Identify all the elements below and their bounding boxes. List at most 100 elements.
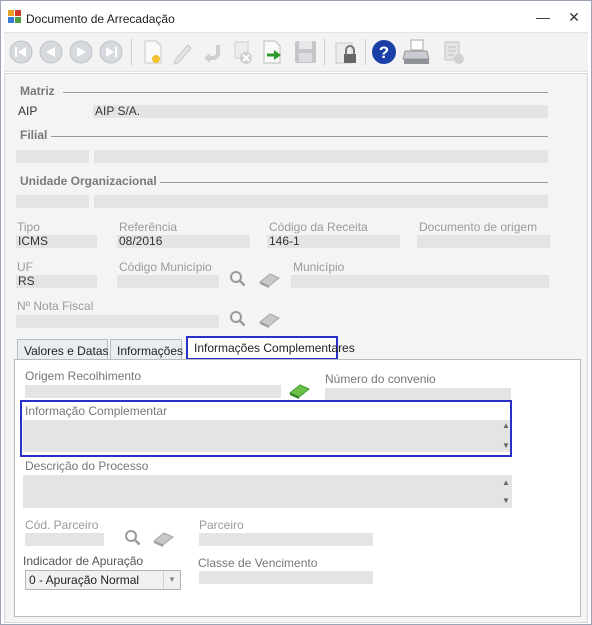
report-button[interactable]: [440, 37, 468, 67]
uf-label: UF: [17, 260, 33, 274]
codigo-receita-label: Código da Receita: [269, 220, 368, 234]
print-icon: [402, 39, 430, 64]
origem-recolhimento-label: Origem Recolhimento: [25, 369, 142, 383]
informacoes-complementares-panel: Origem Recolhimento Número do convenio I…: [14, 359, 581, 617]
tab-valores-datas[interactable]: Valores e Datas: [17, 339, 109, 361]
classe-vencimento-field[interactable]: [199, 571, 373, 584]
parceiro-clear-button[interactable]: [151, 528, 175, 548]
minimize-button[interactable]: —: [531, 7, 555, 27]
origem-recolhimento-clear-button[interactable]: [287, 380, 311, 400]
app-icon: [8, 10, 21, 23]
codigo-receita-field[interactable]: 146-1: [267, 235, 400, 248]
magnifier-icon: [125, 530, 141, 546]
parceiro-field[interactable]: [199, 533, 373, 546]
nota-fiscal-clear-button[interactable]: [257, 309, 281, 329]
save-button[interactable]: [291, 37, 319, 67]
next-record-button[interactable]: [67, 37, 95, 67]
cod-parceiro-field[interactable]: [25, 533, 104, 546]
report-icon: [444, 41, 464, 64]
unidade-name-field[interactable]: [94, 195, 548, 208]
title-bar: Documento de Arrecadação — ✕: [1, 1, 591, 31]
eraser-icon: [289, 384, 310, 399]
window-title: Documento de Arrecadação: [26, 12, 175, 26]
classe-vencimento-label: Classe de Vencimento: [198, 556, 318, 570]
parceiro-label: Parceiro: [199, 518, 244, 532]
lock-icon: [335, 42, 356, 64]
scroll-up-arrow[interactable]: ▲: [502, 479, 510, 487]
last-icon: [99, 40, 123, 64]
filial-name-field[interactable]: [94, 150, 548, 163]
codigo-municipio-field[interactable]: [117, 275, 219, 288]
filial-code-field[interactable]: [16, 150, 89, 163]
referencia-label: Referência: [119, 220, 178, 234]
nota-fiscal-field[interactable]: [16, 315, 219, 328]
matriz-name-field[interactable]: AIP S/A.: [93, 105, 548, 118]
help-icon: ?: [372, 40, 396, 64]
first-record-button[interactable]: [7, 37, 35, 67]
edit-button[interactable]: [168, 37, 196, 67]
unidade-section-title: Unidade Organizacional: [20, 174, 157, 188]
form-content: Matriz AIP AIP S/A. Filial Unidade Organ…: [4, 73, 588, 623]
new-button[interactable]: [138, 37, 166, 67]
section-divider: [63, 92, 548, 93]
matriz-code-field[interactable]: AIP: [16, 105, 89, 118]
previous-record-button[interactable]: [37, 37, 65, 67]
eraser-icon: [153, 532, 174, 547]
filial-section-title: Filial: [20, 128, 48, 142]
indicador-apuracao-value: 0 - Apuração Normal: [29, 573, 140, 587]
codigo-municipio-label: Código Município: [119, 260, 212, 274]
cod-parceiro-label: Cód. Parceiro: [25, 518, 99, 532]
print-button[interactable]: [402, 37, 430, 67]
chevron-down-icon[interactable]: ▼: [163, 571, 180, 589]
matriz-section-title: Matriz: [20, 84, 55, 98]
toolbar: ?: [4, 32, 588, 72]
cancel-button[interactable]: [228, 37, 256, 67]
new-document-icon: [144, 40, 162, 64]
export-button[interactable]: [258, 37, 286, 67]
edit-icon: [173, 44, 192, 65]
indicador-apuracao-select[interactable]: 0 - Apuração Normal ▼: [25, 570, 181, 590]
nota-fiscal-search-button[interactable]: [227, 309, 251, 329]
document-window: Documento de Arrecadação — ✕ ? Matriz AI…: [0, 0, 592, 625]
municipio-label: Município: [293, 260, 345, 274]
uf-field[interactable]: RS: [16, 275, 97, 288]
undo-button[interactable]: [198, 37, 226, 67]
tipo-field[interactable]: ICMS: [16, 235, 97, 248]
tab-informacoes[interactable]: Informações: [110, 339, 183, 361]
municipio-search-button[interactable]: [227, 269, 251, 289]
descricao-processo-textarea[interactable]: ▲ ▼: [23, 475, 512, 508]
scroll-down-arrow[interactable]: ▼: [502, 497, 510, 505]
section-divider: [160, 182, 548, 183]
save-icon: [295, 41, 316, 63]
referencia-field[interactable]: 08/2016: [117, 235, 250, 248]
previous-icon: [39, 40, 63, 64]
cancel-icon: [234, 41, 252, 64]
close-button[interactable]: ✕: [562, 7, 586, 27]
lock-button[interactable]: [332, 37, 360, 67]
toolbar-separator: [365, 39, 366, 65]
magnifier-icon: [230, 311, 246, 327]
help-button[interactable]: ?: [370, 37, 398, 67]
parceiro-search-button[interactable]: [122, 528, 146, 548]
nota-fiscal-label: Nº Nota Fiscal: [17, 299, 94, 313]
unidade-code-field[interactable]: [16, 195, 89, 208]
svg-text:?: ?: [379, 43, 389, 62]
toolbar-separator: [324, 39, 325, 65]
last-record-button[interactable]: [97, 37, 125, 67]
origem-recolhimento-field[interactable]: [25, 385, 281, 398]
documento-origem-field[interactable]: [417, 235, 550, 248]
municipio-field[interactable]: [291, 275, 549, 288]
first-icon: [9, 40, 33, 64]
indicador-apuracao-label: Indicador de Apuração: [23, 554, 144, 568]
tipo-label: Tipo: [17, 220, 40, 234]
undo-icon: [204, 45, 220, 63]
eraser-icon: [259, 273, 280, 288]
export-icon: [263, 40, 281, 64]
municipio-clear-button[interactable]: [257, 269, 281, 289]
documento-origem-label: Documento de origem: [419, 220, 538, 234]
tab-informacoes-complementares[interactable]: Informações Complementares: [186, 336, 355, 360]
next-icon: [69, 40, 93, 64]
eraser-icon: [259, 313, 280, 328]
magnifier-icon: [230, 271, 246, 287]
informacao-complementar-highlight: [20, 400, 512, 457]
